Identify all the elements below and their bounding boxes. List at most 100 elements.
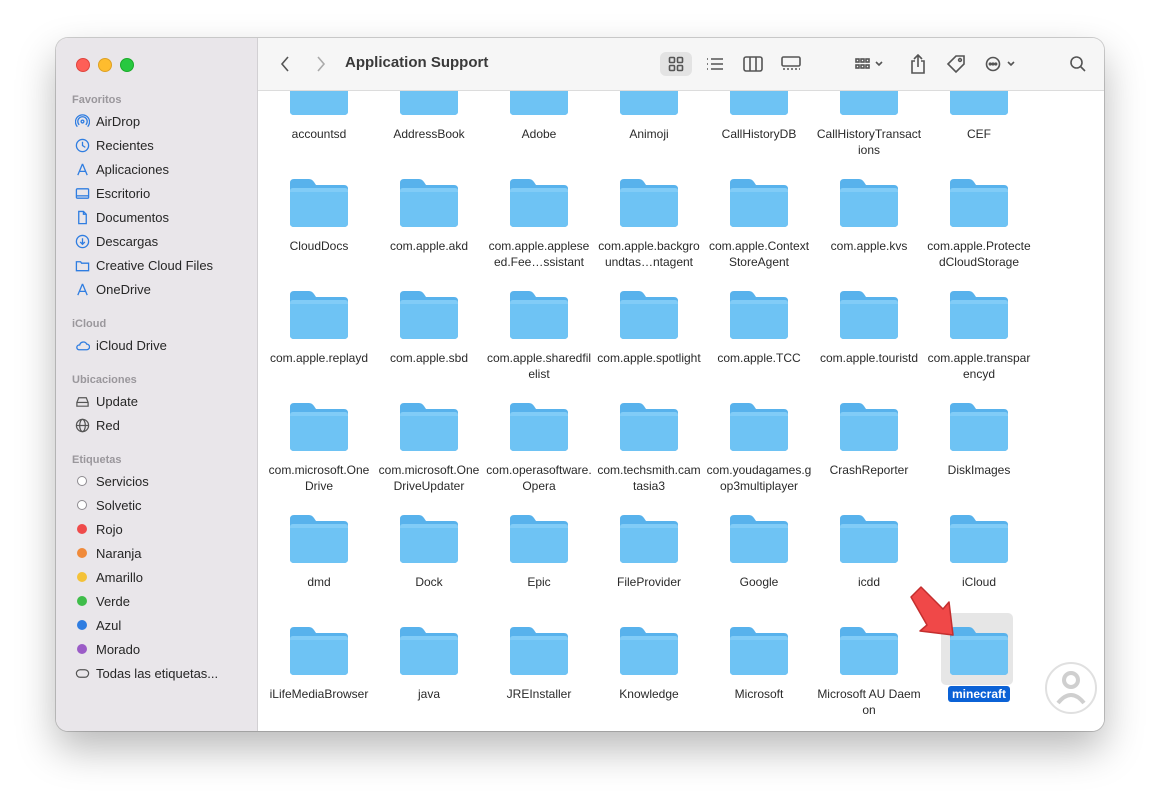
folder-item[interactable]: com.apple.spotlight: [596, 287, 702, 387]
folder-item[interactable]: com.apple.kvs: [816, 175, 922, 275]
tag-icon: [946, 55, 965, 74]
folder-label: com.apple.ProtectedCloudStorage: [927, 239, 1031, 269]
sidebar-item-azul[interactable]: Azul: [74, 614, 121, 636]
sidebar-item-airdrop[interactable]: AirDrop: [74, 110, 140, 132]
folder-item[interactable]: com.apple.ProtectedCloudStorage: [926, 175, 1032, 275]
list-view-button[interactable]: [700, 52, 730, 76]
icon-view-button[interactable]: [660, 52, 692, 76]
folder-item[interactable]: Dock: [376, 511, 482, 611]
folder-item[interactable]: CEF: [926, 91, 1032, 163]
gallery-view-button[interactable]: [776, 52, 806, 76]
sidebar-item-label: Rojo: [96, 521, 123, 537]
folder-item[interactable]: com.apple.TCC: [706, 287, 812, 387]
folder-item[interactable]: com.apple.replayd: [266, 287, 372, 387]
close-button[interactable]: [76, 58, 90, 72]
folder-icon: [727, 623, 791, 677]
sidebar-item-recientes[interactable]: Recientes: [74, 134, 154, 156]
folder-item[interactable]: JREInstaller: [486, 623, 592, 723]
folder-item[interactable]: com.apple.touristd: [816, 287, 922, 387]
folder-item[interactable]: accountsd: [266, 91, 372, 163]
sidebar-item-label: Servicios: [96, 473, 149, 489]
folder-item[interactable]: CallHistoryTransactions: [816, 91, 922, 163]
back-button[interactable]: [274, 52, 296, 76]
sidebar-item-verde[interactable]: Verde: [74, 590, 130, 612]
sidebar-item-solvetic[interactable]: Solvetic: [74, 494, 142, 516]
folder-item[interactable]: Animoji: [596, 91, 702, 163]
folder-item[interactable]: com.apple.akd: [376, 175, 482, 275]
sidebar-item-onedrive[interactable]: OneDrive: [74, 278, 151, 300]
folder-icon: [727, 511, 791, 565]
folder-label: Adobe: [521, 127, 557, 141]
folder-item[interactable]: Knowledge: [596, 623, 702, 723]
sidebar-item-escritorio[interactable]: Escritorio: [74, 182, 150, 204]
folder-item[interactable]: iLifeMediaBrowser: [266, 623, 372, 723]
folder-item[interactable]: Epic: [486, 511, 592, 611]
sidebar-item-aplicaciones[interactable]: Aplicaciones: [74, 158, 169, 180]
sidebar-item-documentos[interactable]: Documentos: [74, 206, 169, 228]
share-icon: [911, 54, 925, 74]
folder-item[interactable]: CloudDocs: [266, 175, 372, 275]
sidebar-item-morado[interactable]: Morado: [74, 638, 140, 660]
folder-item[interactable]: com.microsoft.OneDrive: [266, 399, 372, 499]
folder-item[interactable]: Google: [706, 511, 812, 611]
folder-item[interactable]: com.operasoftware.Opera: [486, 399, 592, 499]
share-button[interactable]: [906, 52, 930, 76]
folder-item[interactable]: Adobe: [486, 91, 592, 163]
folder-label: com.apple.backgroundtas…ntagent: [598, 239, 700, 269]
folder-item[interactable]: com.apple.sharedfilelist: [486, 287, 592, 387]
folder-label: Google: [739, 575, 779, 589]
folder-item[interactable]: AddressBook: [376, 91, 482, 163]
sidebar-item-naranja[interactable]: Naranja: [74, 542, 142, 564]
minimize-button[interactable]: [98, 58, 112, 72]
search-button[interactable]: [1066, 52, 1090, 76]
folder-item[interactable]: com.techsmith.camtasia3: [596, 399, 702, 499]
folder-item[interactable]: com.youdagames.gop3multiplayer: [706, 399, 812, 499]
sidebar-item-servicios[interactable]: Servicios: [74, 470, 149, 492]
sidebar-item-todas-las-etiquetas[interactable]: Todas las etiquetas...: [74, 662, 218, 684]
folder-label: accountsd: [291, 127, 347, 141]
action-menu-button[interactable]: [982, 52, 1022, 76]
sidebar-item-descargas[interactable]: Descargas: [74, 230, 158, 252]
folder-icon: [617, 623, 681, 677]
folder-label: com.apple.kvs: [830, 239, 908, 253]
airdrop-icon: [74, 113, 90, 129]
folder-item[interactable]: com.apple.appleseed.Fee…ssistant: [486, 175, 592, 275]
folder-icon: [507, 399, 571, 453]
disk-icon: [74, 393, 90, 409]
folder-label: Animoji: [629, 127, 669, 141]
folder-item[interactable]: java: [376, 623, 482, 723]
folder-item[interactable]: com.apple.transparencyd: [926, 287, 1032, 387]
sidebar-item-amarillo[interactable]: Amarillo: [74, 566, 143, 588]
folder-item[interactable]: com.apple.backgroundtas…ntagent: [596, 175, 702, 275]
folder-item[interactable]: FileProvider: [596, 511, 702, 611]
tags-button[interactable]: [944, 52, 968, 76]
folder-item[interactable]: CrashReporter: [816, 399, 922, 499]
folder-item[interactable]: com.apple.sbd: [376, 287, 482, 387]
tag-color-dot-icon: [74, 593, 90, 609]
sidebar-item-update[interactable]: Update: [74, 390, 138, 412]
folder-item[interactable]: dmd: [266, 511, 372, 611]
tag-color-dot-icon: [74, 473, 90, 489]
folder-icon: [287, 175, 351, 229]
sidebar-item-red[interactable]: Red: [74, 414, 120, 436]
group-icon: [855, 58, 883, 69]
folder-icon: [287, 399, 351, 453]
folder-icon: [947, 399, 1011, 453]
sidebar-item-icloud-drive[interactable]: iCloud Drive: [74, 334, 167, 356]
folder-label: java: [417, 687, 440, 701]
forward-button[interactable]: [310, 52, 332, 76]
folder-item[interactable]: DiskImages: [926, 399, 1032, 499]
zoom-button[interactable]: [120, 58, 134, 72]
folder-item[interactable]: com.apple.ContextStoreAgent: [706, 175, 812, 275]
folder-item[interactable]: Microsoft: [706, 623, 812, 723]
column-view-button[interactable]: [738, 52, 768, 76]
sidebar-item-label: Creative Cloud Files: [96, 257, 214, 273]
folder-item[interactable]: com.microsoft.OneDriveUpdater: [376, 399, 482, 499]
sidebar-item-creative-cloud-files[interactable]: Creative Cloud Files: [74, 254, 213, 276]
onedrive-icon: [74, 281, 90, 297]
group-button[interactable]: [850, 52, 890, 76]
folder-icon: [617, 399, 681, 453]
sidebar-item-label: Azul: [96, 617, 122, 633]
sidebar-item-rojo[interactable]: Rojo: [74, 518, 123, 540]
folder-item[interactable]: CallHistoryDB: [706, 91, 812, 163]
